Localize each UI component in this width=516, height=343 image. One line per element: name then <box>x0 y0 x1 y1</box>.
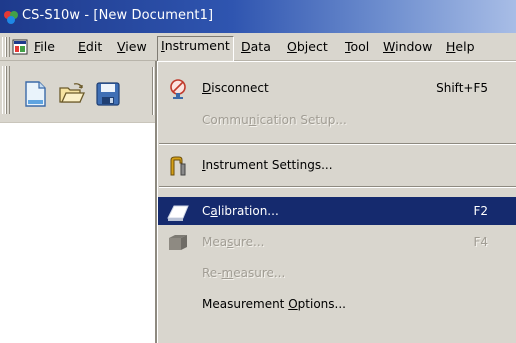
menu-object[interactable]: Object <box>284 38 331 58</box>
menu-item-disconnect[interactable]: Disconnect Shift+F5 <box>158 74 516 102</box>
measure-icon <box>169 235 187 250</box>
menu-object-rest: bject <box>296 39 328 54</box>
menu-item-label: Disconnect <box>202 81 269 95</box>
menu-edit[interactable]: Edit <box>75 38 105 58</box>
menu-window[interactable]: Window <box>380 38 435 58</box>
label-accel: m <box>221 266 234 280</box>
label-post: ptions... <box>297 297 346 311</box>
menu-edit-rest: dit <box>85 39 103 54</box>
menu-data-accel: D <box>241 39 251 54</box>
menu-window-rest: indow <box>395 39 433 54</box>
menu-item-measurement-options[interactable]: Measurement Options... <box>158 290 516 318</box>
menu-item-shortcut: Shift+F5 <box>436 81 488 95</box>
label-pre: Measurement <box>202 297 289 311</box>
label-post: ure... <box>233 235 265 249</box>
menu-item-shortcut: F4 <box>473 235 488 249</box>
menu-item-label: Re-measure... <box>202 266 285 280</box>
menu-item-label: Instrument Settings... <box>202 158 333 172</box>
menu-item-label: Measure... <box>202 235 264 249</box>
app-logo-icon <box>4 11 18 24</box>
window-title: CS-S10w - [New Document1] <box>22 8 214 23</box>
menu-window-accel: W <box>383 39 396 54</box>
menu-item-communication-setup[interactable]: Communication Setup... <box>158 106 516 134</box>
menu-object-accel: O <box>287 39 297 54</box>
label-post: nstrument Settings... <box>205 158 333 172</box>
menu-item-remeasure[interactable]: Re-measure... <box>158 259 516 287</box>
disconnect-icon <box>170 79 186 99</box>
menu-item-measure[interactable]: Measure... F4 <box>158 228 516 256</box>
menu-view[interactable]: View <box>114 38 150 58</box>
label-pre: Mea <box>202 235 228 249</box>
menu-item-label: Measurement Options... <box>202 297 346 311</box>
label-accel: O <box>288 297 298 311</box>
menu-item-label: Communication Setup... <box>202 113 347 127</box>
menu-file-rest: ile <box>40 39 55 54</box>
document-icon[interactable] <box>12 39 28 55</box>
menu-tool[interactable]: Tool <box>342 38 372 58</box>
label-accel: a <box>210 204 218 218</box>
menu-help-accel: H <box>446 39 456 54</box>
menu-item-label: Calibration... <box>202 204 279 218</box>
menu-help-rest: elp <box>455 39 475 54</box>
menubar-grip-inner <box>5 37 10 57</box>
instrument-menu-dropdown: Disconnect Shift+F5 Communication Setup.… <box>157 61 516 343</box>
menu-view-rest: iew <box>125 39 147 54</box>
label-accel: D <box>202 81 212 95</box>
calibration-icon <box>167 205 189 221</box>
menu-separator <box>159 143 516 145</box>
menu-item-instrument-settings[interactable]: Instrument Settings... <box>158 151 516 179</box>
instrument-settings-icon <box>170 156 186 176</box>
menu-bar: File Edit View Instrument Data Object To… <box>0 33 516 61</box>
menu-item-calibration[interactable]: Calibration... F2 <box>158 197 516 225</box>
menu-help[interactable]: Help <box>443 38 478 58</box>
menu-separator <box>159 186 516 188</box>
menu-instrument[interactable]: Instrument <box>157 36 234 61</box>
label-post: ication Setup... <box>256 113 347 127</box>
label-pre: Commu <box>202 113 249 127</box>
menu-data[interactable]: Data <box>238 38 274 58</box>
label-post: isconnect <box>211 81 269 95</box>
menu-instrument-rest: nstrument <box>164 38 230 53</box>
menu-edit-accel: E <box>78 39 86 54</box>
label-pre: Re- <box>202 266 222 280</box>
label-post: easure... <box>233 266 286 280</box>
menu-data-rest: ata <box>250 39 271 54</box>
label-post: libration... <box>217 204 279 218</box>
title-bar: CS-S10w - [New Document1] <box>0 0 516 33</box>
menu-file[interactable]: File <box>31 38 58 58</box>
toolbar-bottom-border <box>0 61 155 123</box>
menu-tool-rest: ool <box>350 39 370 54</box>
menu-item-shortcut: F2 <box>473 204 488 218</box>
